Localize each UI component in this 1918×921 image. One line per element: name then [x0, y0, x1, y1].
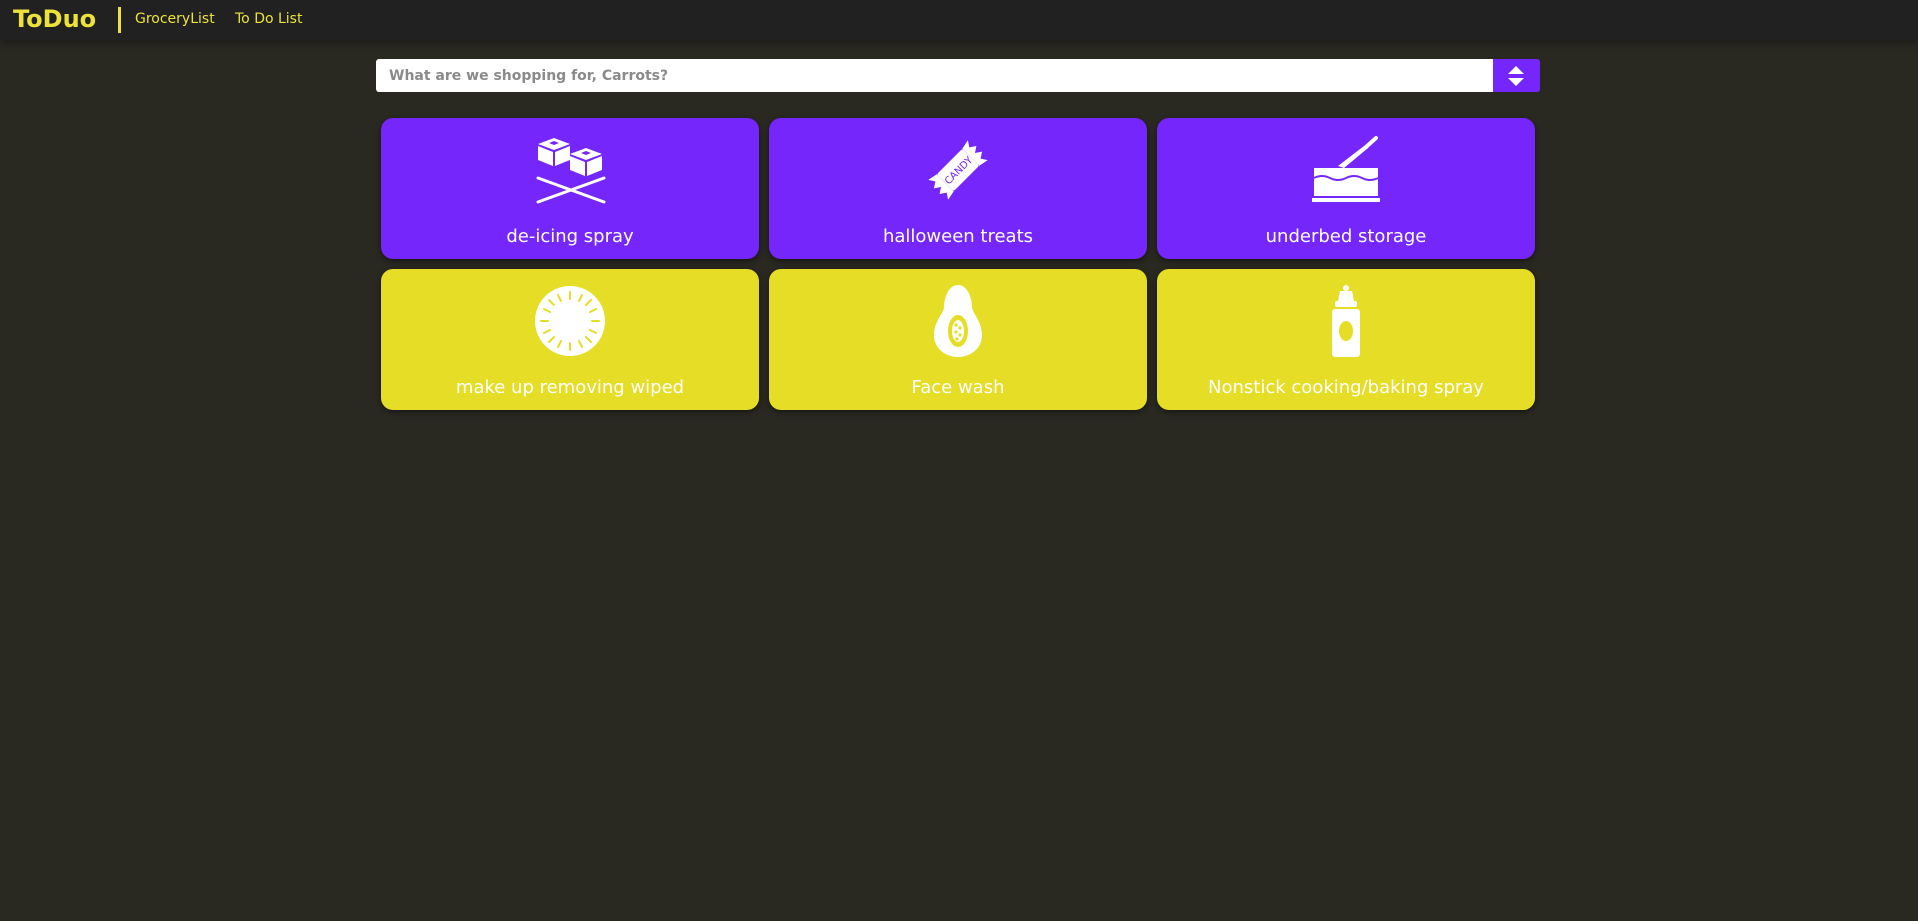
- item-label: Nonstick cooking/baking spray: [1208, 377, 1484, 398]
- cake-knife-icon: [1308, 132, 1384, 208]
- item-label: halloween treats: [882, 226, 1034, 247]
- item-label: Face wash: [911, 377, 1005, 398]
- item-label: underbed storage: [1265, 226, 1427, 247]
- item-card[interactable]: CANDY halloween treats: [769, 118, 1147, 259]
- item-card[interactable]: Face wash: [769, 269, 1147, 410]
- nav-link-to-do-list[interactable]: To Do List: [235, 10, 302, 28]
- item-label: de-icing spray: [506, 226, 634, 247]
- item-card[interactable]: underbed storage: [1157, 118, 1535, 259]
- search-input[interactable]: [376, 59, 1493, 92]
- brand-divider: [118, 7, 121, 33]
- melon-slice-icon: [532, 283, 608, 359]
- item-card[interactable]: Nonstick cooking/baking spray: [1157, 269, 1535, 410]
- app-logo[interactable]: ToDuo: [13, 4, 96, 34]
- item-card[interactable]: de-icing spray: [381, 118, 759, 259]
- search-bar: [376, 59, 1540, 92]
- papaya-icon: [920, 283, 996, 359]
- baby-bottle-icon: [1308, 283, 1384, 359]
- item-card[interactable]: make up removing wiped: [381, 269, 759, 410]
- sort-button[interactable]: [1493, 59, 1540, 92]
- candy-icon: CANDY: [920, 132, 996, 208]
- nav-link-grocery-list[interactable]: GroceryList: [135, 10, 215, 28]
- top-navbar: ToDuo GroceryList To Do List: [0, 0, 1918, 40]
- item-label: make up removing wiped: [455, 377, 685, 398]
- ice-cubes-icon: [532, 132, 608, 208]
